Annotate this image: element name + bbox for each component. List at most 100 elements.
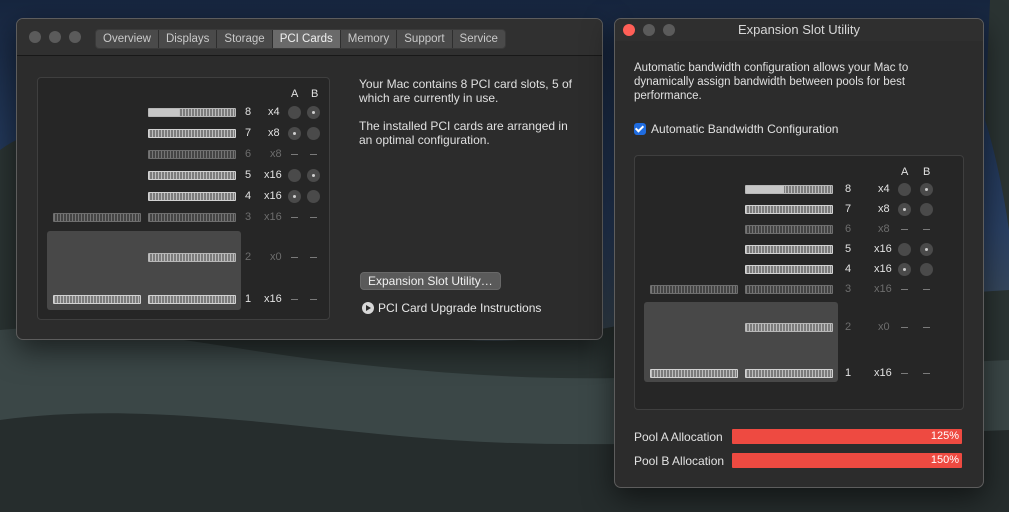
pool-a-radio-slot-4[interactable] [288,190,301,203]
auto-bandwidth-checkbox[interactable] [634,123,646,135]
auto-bandwidth-label[interactable]: Automatic Bandwidth Configuration [651,122,838,136]
slot-number: 1 [845,367,852,379]
pool-a-radio-slot-8[interactable] [288,106,301,119]
tab-storage[interactable]: Storage [217,30,273,48]
tab-support[interactable]: Support [397,30,453,48]
pool-a-radio-slot-7[interactable] [898,203,911,216]
slot-number: 4 [845,263,852,275]
minimize-icon[interactable] [49,31,61,43]
pci-slot-empty-3-left [53,213,141,222]
pool-a-none [291,299,298,300]
configuration-status-text: The installed PCI cards are arranged in … [359,119,568,147]
about-this-mac-window: Overview Displays Storage PCI Cards Memo… [16,18,603,340]
expansion-slot-utility-button[interactable]: Expansion Slot Utility… [360,272,501,290]
pci-slot-empty-6 [148,150,236,159]
pool-b-value: 150% [930,454,959,466]
pool-b-allocation-bar: 150% [732,453,962,468]
pool-a-none [291,257,298,258]
slot-number: 7 [845,203,852,215]
pci-card-slot-4 [148,192,236,201]
slot-lanes: x8 [268,127,280,139]
pci-slot-diagram: A B 8 x4 7 x8 6 x8 5 x16 4 x16 3 x16 2 x… [634,155,964,410]
pci-slot-2-covered [148,253,236,262]
pci-slot-diagram: A B 8 x4 7 x8 6 x8 5 x16 4 x16 3 x16 2 x… [37,77,330,320]
pci-card-slot-1-left [53,295,141,304]
slot-number: 3 [845,283,852,295]
expansion-slot-utility-window: Expansion Slot Utility Automatic bandwid… [614,18,984,488]
zoom-icon[interactable] [69,31,81,43]
slot-lanes: x0 [270,251,282,263]
slot-lanes: x4 [878,183,890,195]
tab-memory[interactable]: Memory [341,30,398,48]
pool-a-radio-slot-4[interactable] [898,263,911,276]
slot-lanes: x16 [874,283,892,295]
pool-b-none [923,289,930,290]
slot-number: 7 [245,127,252,139]
slot-number: 3 [245,211,252,223]
pool-a-header: A [291,88,299,100]
slot-number: 4 [245,190,252,202]
tab-bar: Overview Displays Storage PCI Cards Memo… [95,29,506,49]
slots-summary-text: Your Mac contains 8 PCI card slots, 5 of… [359,77,572,105]
pci-upgrade-link[interactable]: PCI Card Upgrade Instructions [362,301,541,315]
pool-b-header: B [311,88,319,100]
pool-b-radio-slot-8[interactable] [920,183,933,196]
pci-card-slot-7 [148,129,236,138]
pool-a-none [901,327,908,328]
pool-b-radio-slot-5[interactable] [307,169,320,182]
pool-a-header: A [901,166,909,178]
slot-lanes: x16 [264,169,282,181]
pci-card-slot-1-left [650,369,738,378]
pool-a-none [901,373,908,374]
slot-lanes: x16 [264,190,282,202]
slot-lanes: x0 [878,321,890,333]
pool-b-none [310,299,317,300]
pool-a-none [901,229,908,230]
slot-number: 5 [845,243,852,255]
pci-card-slot-1 [745,369,833,378]
window-title: Expansion Slot Utility [737,22,861,37]
slot-lanes: x16 [874,243,892,255]
pci-slot-empty-3-left [650,285,738,294]
pool-b-radio-slot-4[interactable] [920,263,933,276]
pool-b-header: B [923,166,931,178]
pci-card-slot-5 [745,245,833,254]
pool-a-value: 125% [930,430,959,442]
slot-number: 2 [245,251,252,263]
slot-lanes: x16 [264,211,282,223]
pool-a-radio-slot-5[interactable] [288,169,301,182]
pool-a-radio-slot-5[interactable] [898,243,911,256]
arrow-circle-icon [362,302,374,314]
pool-b-none [923,373,930,374]
tab-overview[interactable]: Overview [96,30,159,48]
pool-b-label: Pool B Allocation [634,454,725,468]
pool-b-radio-slot-7[interactable] [920,203,933,216]
pool-b-radio-slot-4[interactable] [307,190,320,203]
pool-a-none [901,289,908,290]
pci-slot-empty-6 [745,225,833,234]
tab-service[interactable]: Service [453,30,505,48]
pool-b-none [923,327,930,328]
pci-card-slot-4 [745,265,833,274]
slot-lanes: x8 [270,148,282,160]
pci-slot-2-covered [745,323,833,332]
slot-lanes: x16 [264,293,282,305]
tab-pci-cards[interactable]: PCI Cards [272,30,341,48]
close-icon[interactable] [29,31,41,43]
pci-slot-empty-3 [148,213,236,222]
pool-b-radio-slot-5[interactable] [920,243,933,256]
pool-a-radio-slot-8[interactable] [898,183,911,196]
pci-upgrade-link-label: PCI Card Upgrade Instructions [378,301,542,315]
slot-lanes: x8 [878,203,890,215]
pool-b-radio-slot-8[interactable] [307,106,320,119]
slot-number: 2 [845,321,852,333]
slot-number: 6 [845,223,852,235]
pool-b-radio-slot-7[interactable] [307,127,320,140]
pool-a-radio-slot-7[interactable] [288,127,301,140]
pci-card-slot-7 [745,205,833,214]
slot-lanes: x16 [874,367,892,379]
slot-number: 8 [245,106,252,118]
tab-displays[interactable]: Displays [159,30,218,48]
titlebar: Expansion Slot Utility [615,19,983,41]
pci-card-slot-8 [148,108,236,117]
